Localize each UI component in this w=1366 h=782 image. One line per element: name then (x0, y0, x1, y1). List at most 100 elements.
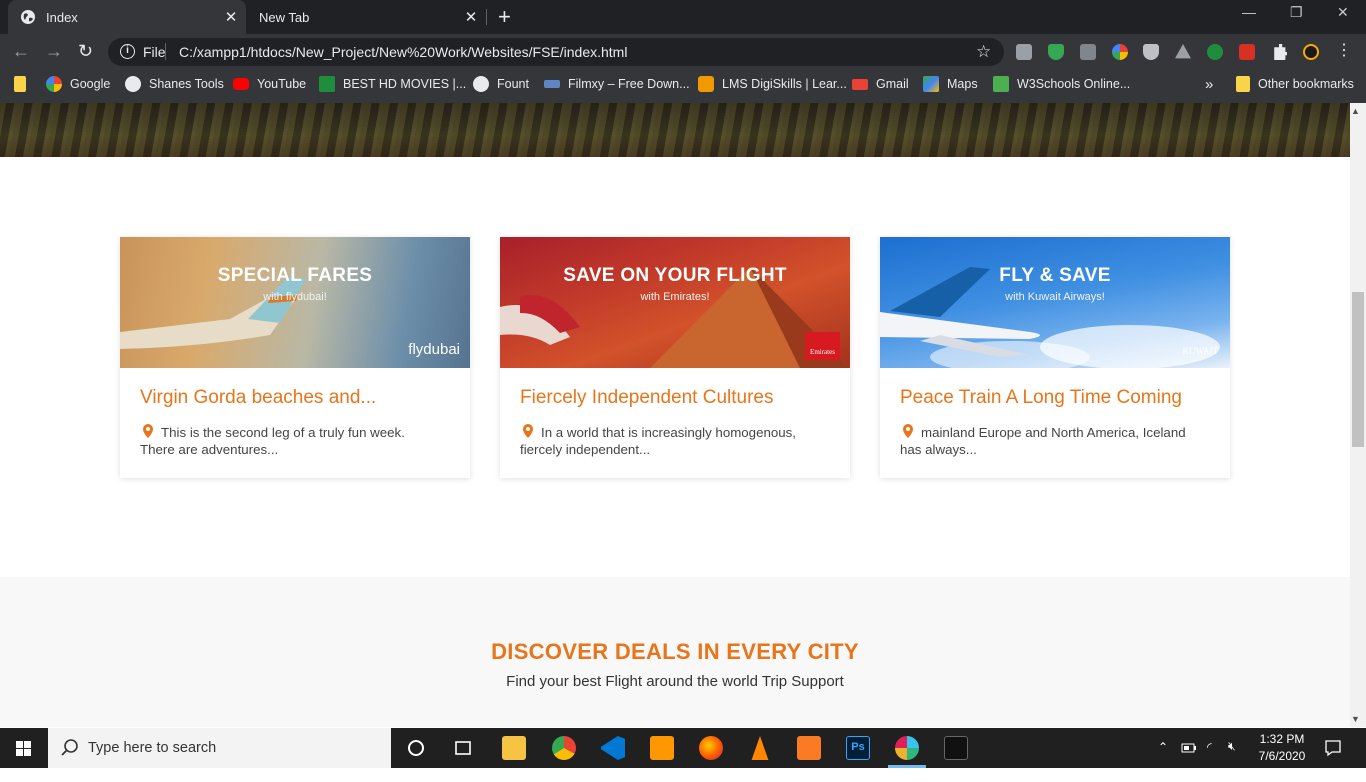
bookmark-best-hd-movies[interactable]: BEST HD MOVIES |... (319, 70, 466, 98)
youtube-icon (233, 78, 249, 90)
location-pin-icon (903, 424, 913, 438)
bookmark-w3schools[interactable]: W3Schools Online... (993, 70, 1130, 98)
card-image-title: SAVE ON YOUR FLIGHT (563, 265, 787, 286)
bookmark-fount[interactable]: Fount (473, 70, 529, 98)
close-tab-icon[interactable]: ✕ (220, 8, 242, 26)
bookmarks-overflow-button[interactable]: » (1205, 70, 1213, 98)
chrome-icon[interactable] (552, 736, 576, 760)
bookmark-label: BEST HD MOVIES |... (343, 77, 467, 91)
url-text[interactable]: C:/xampp1/htdocs/New_Project/New%20Work/… (179, 44, 627, 60)
camera-icon[interactable] (1080, 44, 1096, 60)
bookmark-maps[interactable]: Maps (923, 70, 978, 98)
reload-icon[interactable]: ↻ (78, 41, 93, 62)
card-image-title: SPECIAL FARES (217, 265, 373, 286)
forward-icon[interactable]: → (45, 41, 63, 62)
bookmark-youtube[interactable]: YouTube (233, 70, 306, 98)
bookmark-label: LMS DigiSkills | Lear... (722, 77, 847, 91)
info-icon[interactable]: i (120, 44, 135, 59)
tab-title: New Tab (259, 9, 310, 25)
filmxy-icon (544, 80, 560, 88)
sublime-text-icon[interactable] (650, 736, 674, 760)
scroll-up-icon[interactable]: ▲ (1351, 106, 1360, 116)
windows-logo-icon (16, 741, 31, 756)
shield-icon[interactable] (1048, 44, 1064, 60)
tab-strip: Index ✕ New Tab ✕ + — ❐ ✕ (0, 0, 1366, 34)
card-title[interactable]: Peace Train A Long Time Coming (900, 387, 1182, 409)
vlc-icon[interactable] (751, 736, 769, 760)
restore-icon[interactable]: ❐ (1290, 4, 1303, 21)
google-icon (46, 76, 62, 92)
card-image-subtitle: with Emirates! (640, 291, 710, 303)
game-app-icon[interactable] (944, 736, 968, 760)
deal-card[interactable]: SPECIAL FARES with flydubai! flydubai Vi… (120, 237, 470, 478)
tab-new-tab[interactable]: New Tab ✕ (246, 0, 486, 34)
url-divider (165, 43, 166, 60)
card-description-text: This is the second leg of a truly fun we… (140, 425, 405, 457)
kuwait-airways-logo: KUWAIT (1182, 346, 1219, 356)
apps-icon[interactable] (14, 70, 34, 98)
bookmark-gmail[interactable]: Gmail (852, 70, 909, 98)
clock-date: 7/6/2020 (1258, 749, 1306, 763)
close-window-icon[interactable]: ✕ (1337, 4, 1349, 21)
card-image: SPECIAL FARES with flydubai! flydubai (120, 237, 470, 368)
bookmark-shanes-tools[interactable]: Shanes Tools (125, 70, 224, 98)
deals-section: DISCOVER DEALS IN EVERY CITY Find your b… (0, 577, 1350, 727)
xampp-icon[interactable] (797, 736, 821, 760)
extension-icon[interactable] (1016, 44, 1032, 60)
browser-chrome: Index ✕ New Tab ✕ + — ❐ ✕ ← → ↻ i File C… (0, 0, 1366, 103)
url-scheme: File (143, 44, 166, 60)
bookmarks-bar: Google Shanes Tools YouTube BEST HD MOVI… (0, 70, 1366, 100)
card-description-text: mainland Europe and North America, Icela… (900, 425, 1186, 457)
file-explorer-icon[interactable] (502, 736, 526, 760)
extension-icon[interactable] (1207, 44, 1223, 60)
bookmark-label: Gmail (876, 77, 909, 91)
maps-icon (923, 76, 939, 92)
task-view-icon[interactable] (451, 736, 475, 760)
gmail-icon (852, 78, 868, 90)
bookmark-label: YouTube (257, 77, 307, 91)
tab-index[interactable]: Index ✕ (8, 0, 246, 34)
card-title[interactable]: Virgin Gorda beaches and... (140, 387, 376, 409)
minimize-icon[interactable]: — (1242, 4, 1256, 20)
photoshop-icon[interactable]: Ps (846, 736, 870, 760)
start-button[interactable] (0, 728, 48, 768)
new-tab-button[interactable]: + (498, 4, 511, 30)
bookmark-lms-digiskills[interactable]: LMS DigiSkills | Lear... (698, 70, 847, 98)
bookmark-label: W3Schools Online... (1017, 77, 1131, 91)
card-title[interactable]: Fiercely Independent Cultures (520, 387, 773, 409)
bookmark-google[interactable]: Google (46, 70, 110, 98)
back-icon[interactable]: ← (12, 41, 30, 62)
folder-icon (14, 76, 26, 92)
deal-card[interactable]: FLY & SAVE with Kuwait Airways! KUWAIT P… (880, 237, 1230, 478)
profile-avatar[interactable] (1303, 44, 1319, 60)
menu-dots-icon[interactable]: ⋮ (1336, 43, 1352, 60)
bookmark-star-icon[interactable]: ☆ (976, 42, 991, 62)
vscode-icon[interactable] (601, 736, 625, 760)
color-picker-icon[interactable] (1112, 44, 1128, 60)
scrollbar-thumb[interactable] (1352, 292, 1364, 447)
show-hidden-icons-icon[interactable]: ⌃ (1158, 740, 1168, 780)
cortana-icon[interactable] (404, 736, 428, 760)
bookmark-label: Filmxy – Free Down... (568, 77, 690, 91)
other-bookmarks[interactable]: Other bookmarks (1236, 70, 1354, 98)
security-icon[interactable] (1143, 44, 1159, 60)
close-tab-icon[interactable]: ✕ (460, 8, 482, 26)
deal-card[interactable]: SAVE ON YOUR FLIGHT with Emirates! Emira… (500, 237, 850, 478)
wifi-icon[interactable]: ◜ (1207, 740, 1212, 780)
scroll-down-icon[interactable]: ▼ (1351, 714, 1360, 724)
notifications-icon[interactable] (1324, 739, 1342, 779)
slack-icon[interactable] (895, 736, 919, 760)
tab-divider (486, 9, 487, 25)
search-placeholder: Type here to search (88, 740, 217, 756)
battery-icon[interactable] (1181, 742, 1197, 782)
location-pin-icon (143, 424, 153, 438)
globe-icon (125, 76, 141, 92)
flash-icon[interactable] (1239, 44, 1255, 60)
card-description: This is the second leg of a truly fun we… (140, 423, 440, 458)
emirates-logo: Emirates (805, 332, 840, 360)
firefox-icon[interactable] (699, 736, 723, 760)
bookmark-filmxy[interactable]: Filmxy – Free Down... (544, 70, 690, 98)
volume-muted-icon[interactable]: 🔇︎ (1228, 739, 1236, 779)
system-clock[interactable]: 1:32 PM 7/6/2020 (1252, 731, 1312, 765)
card-image: FLY & SAVE with Kuwait Airways! KUWAIT (880, 237, 1230, 368)
